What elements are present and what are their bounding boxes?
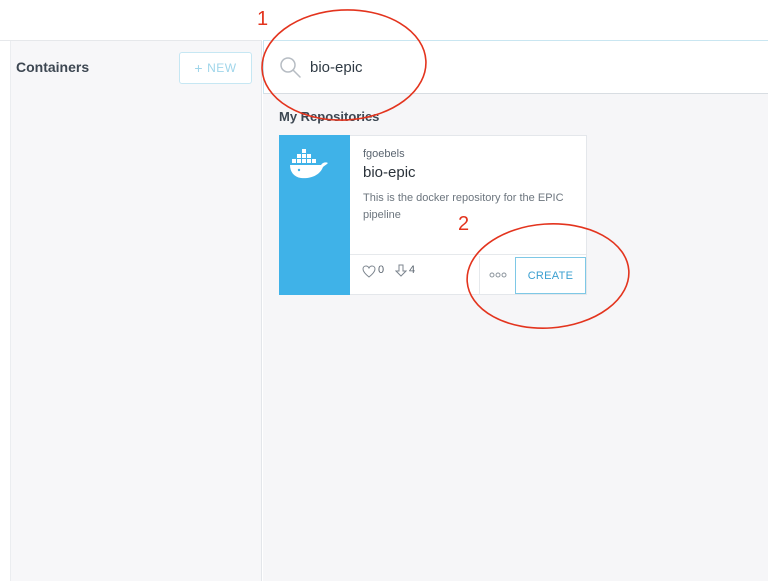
repository-name[interactable]: bio-epic — [363, 164, 416, 181]
create-container-button[interactable]: CREATE — [515, 257, 586, 294]
annotation-label-1: 1 — [257, 8, 269, 30]
annotation-label-2: 2 — [458, 213, 470, 235]
pulls-count: 4 — [409, 264, 416, 276]
card-footer-divider — [350, 254, 586, 255]
new-container-button[interactable]: + NEW — [179, 52, 252, 84]
search-icon — [280, 57, 301, 78]
search-input[interactable] — [310, 52, 730, 82]
section-title-my-repositories: My Repositories — [279, 109, 380, 124]
containers-sidebar — [0, 40, 262, 581]
repository-owner: fgoebels — [363, 148, 405, 160]
new-button-label: NEW — [207, 61, 237, 75]
heart-icon — [362, 265, 376, 278]
download-icon — [395, 264, 407, 277]
containers-title: Containers — [16, 59, 90, 75]
sidebar-edge — [0, 40, 11, 581]
more-options-button[interactable] — [479, 256, 515, 294]
plus-icon: + — [194, 60, 204, 76]
more-dots-icon — [489, 272, 506, 278]
favorites-count: 0 — [378, 264, 385, 276]
docker-whale-icon — [290, 149, 328, 179]
sidebar-divider — [0, 40, 262, 41]
